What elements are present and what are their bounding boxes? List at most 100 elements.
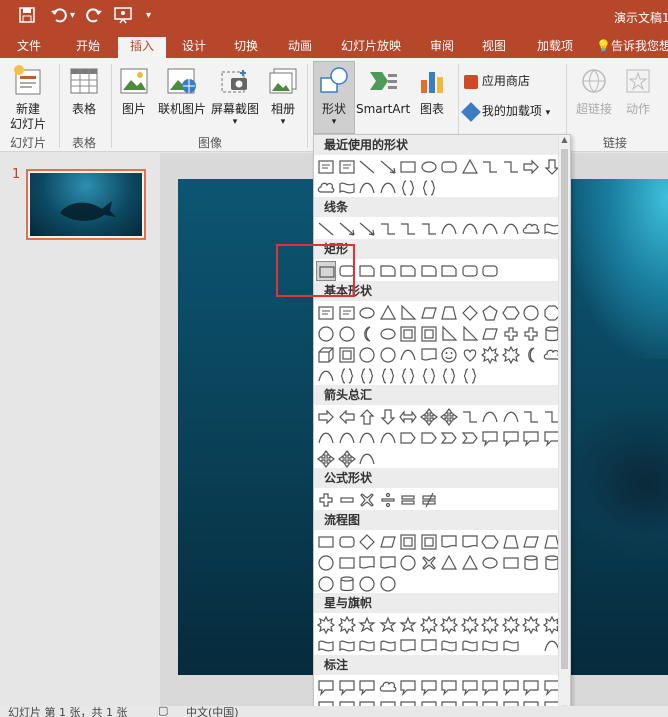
shape-diamond-icon[interactable] [460,303,480,323]
tab-animations[interactable]: 动画 [280,37,320,58]
gallery-scrollbar[interactable]: ▲▼ [558,135,570,716]
shape-rrect-icon[interactable] [439,157,459,177]
shape-circn-icon[interactable] [357,574,377,594]
shape-burst-icon[interactable] [316,615,336,635]
shape-line-icon[interactable] [357,157,377,177]
shape-neq-icon[interactable] [419,490,439,510]
table-button[interactable]: 表格 [62,62,106,132]
shape-xmul-icon[interactable] [419,553,439,573]
shape-quad-icon[interactable] [316,449,336,469]
shape-quad-icon[interactable] [337,449,357,469]
shape-callout-icon[interactable] [419,677,439,697]
redo-icon[interactable] [85,6,103,29]
shape-wave-icon[interactable] [316,636,336,656]
scroll-up-icon[interactable]: ▲ [559,135,570,147]
shape-curve-icon[interactable] [398,345,418,365]
shape-rect-icon[interactable] [398,157,418,177]
shape-brace-icon[interactable] [378,366,398,386]
spellcheck-icon[interactable]: ▢ [158,706,168,717]
shape-doc-icon[interactable] [419,345,439,365]
shape-curve-icon[interactable] [378,428,398,448]
shape-wave-icon[interactable] [439,636,459,656]
shape-wave-icon[interactable] [480,636,500,656]
shape-doc-icon[interactable] [419,636,439,656]
shape-callout-icon[interactable] [501,677,521,697]
shape-circn-icon[interactable] [357,345,377,365]
shape-rect-icon[interactable] [316,532,336,552]
shape-wave-icon[interactable] [378,636,398,656]
shape-curve-icon[interactable] [357,449,377,469]
hyperlink-button[interactable]: 超链接 [572,62,616,122]
shape-frame-icon[interactable] [398,324,418,344]
shape-curve-icon[interactable] [501,407,521,427]
shape-ell-icon[interactable] [480,553,500,573]
shape-callout-icon[interactable] [521,428,541,448]
tell-me-box[interactable]: 💡告诉我您想 [596,37,668,58]
shape-burst-icon[interactable] [501,345,521,365]
shape-callout-icon[interactable] [439,677,459,697]
shape-uarrow-icon[interactable] [357,407,377,427]
picture-button[interactable]: 图片 [116,62,152,122]
undo-icon[interactable] [50,6,68,29]
shape-tri-icon[interactable] [378,303,398,323]
shape-burst-icon[interactable] [480,615,500,635]
shape-cloud-icon[interactable] [316,178,336,198]
shape-burst-icon[interactable] [460,615,480,635]
shape-rtri-icon[interactable] [460,324,480,344]
shape-frame-icon[interactable] [337,345,357,365]
shape-smile-icon[interactable] [439,345,459,365]
shape-cube-icon[interactable] [316,345,336,365]
shape-elb-icon[interactable] [480,157,500,177]
shape-doc-icon[interactable] [398,636,418,656]
shape-brace-icon[interactable] [398,178,418,198]
customize-qat-icon[interactable]: ▾ [146,6,151,26]
shape-callout-icon[interactable] [521,677,541,697]
shape-minus-icon[interactable] [337,490,357,510]
shape-para-icon[interactable] [378,532,398,552]
shape-star-icon[interactable] [357,615,377,635]
shape-para-icon[interactable] [521,532,541,552]
shape-curve-icon[interactable] [460,219,480,239]
language-status[interactable]: 中文(中国) [186,706,239,717]
shape-brace-icon[interactable] [419,366,439,386]
shape-curve-icon[interactable] [357,178,377,198]
shape-callout-icon[interactable] [501,428,521,448]
shape-round1-icon[interactable] [419,261,439,281]
shape-trap-icon[interactable] [439,303,459,323]
shape-callout-icon[interactable] [460,677,480,697]
shape-callout-icon[interactable] [357,677,377,697]
shape-curve-icon[interactable] [357,428,377,448]
shape-callout-icon[interactable] [337,677,357,697]
shape-rtri-icon[interactable] [398,303,418,323]
shape-brace-icon[interactable] [419,178,439,198]
shape-quad-icon[interactable] [419,407,439,427]
shape-circn-icon[interactable] [378,345,398,365]
save-icon[interactable] [18,6,36,29]
shape-brace-icon[interactable] [337,366,357,386]
shape-snip-icon[interactable] [439,261,459,281]
new-slide-button[interactable]: 新建 幻灯片 [2,62,54,132]
shape-plus-icon[interactable] [316,490,336,510]
shape-ell-icon[interactable] [378,324,398,344]
shape-frame-icon[interactable] [419,532,439,552]
shape-rect-icon[interactable] [501,553,521,573]
shape-chev-icon[interactable] [460,428,480,448]
shape-elb-icon[interactable] [378,219,398,239]
shape-rarrow-icon[interactable] [521,157,541,177]
shape-chev-icon[interactable] [439,428,459,448]
shape-plus-icon[interactable] [521,324,541,344]
shape-elb-icon[interactable] [419,219,439,239]
shape-callout-icon[interactable] [398,677,418,697]
tab-view[interactable]: 视图 [474,37,514,58]
shape-lrarrow-icon[interactable] [398,407,418,427]
shape-div-icon[interactable] [378,490,398,510]
smartart-button[interactable]: SmartArt [356,62,410,122]
album-button[interactable]: 相册 ▾ [264,62,302,132]
tab-slideshow[interactable]: 幻灯片放映 [334,37,408,58]
shape-heart-icon[interactable] [460,345,480,365]
shape-circn-icon[interactable] [521,303,541,323]
shape-text-icon[interactable] [337,303,357,323]
shape-doc-icon[interactable] [357,553,377,573]
shape-circn-icon[interactable] [316,553,336,573]
shape-para-icon[interactable] [480,324,500,344]
